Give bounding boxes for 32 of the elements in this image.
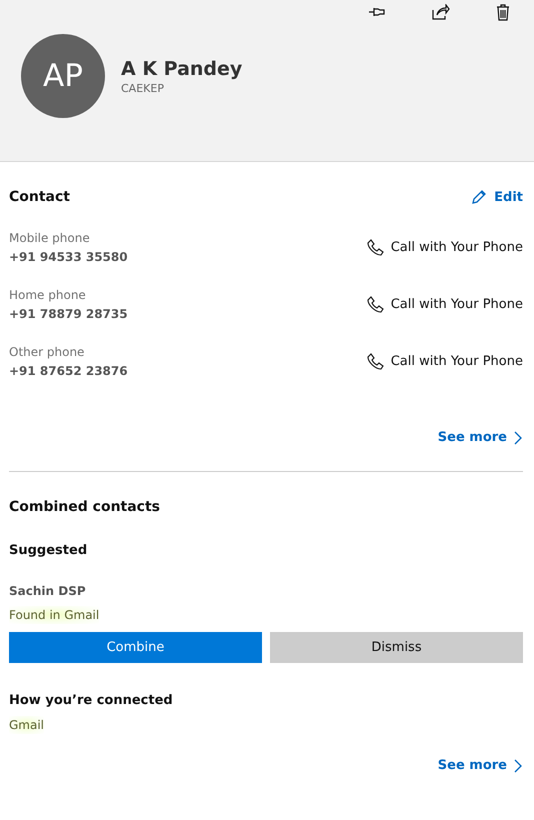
see-more-link[interactable]: See more: [438, 758, 523, 773]
delete-icon[interactable]: [496, 2, 510, 22]
subsection-title: How you’re connected: [9, 693, 173, 708]
section-title: Combined contacts: [9, 499, 160, 515]
avatar: AP: [21, 34, 105, 118]
section-title: Contact: [9, 189, 70, 205]
source-text: Found in Gmail: [9, 606, 100, 624]
see-more-link[interactable]: See more: [438, 430, 523, 445]
phone-icon: [366, 353, 384, 370]
dismiss-button[interactable]: Dismiss: [270, 632, 523, 663]
combine-button[interactable]: Combine: [9, 632, 262, 663]
phone-number: +91 78879 28735: [9, 307, 128, 321]
phone-number: +91 87652 23876: [9, 364, 128, 378]
phone-number: +91 94533 35580: [9, 250, 128, 264]
contact-name: A K Pandey: [121, 58, 242, 80]
source-text: Gmail: [9, 716, 44, 734]
contact-subtitle: CAEKEP: [121, 82, 165, 94]
phone-label: Mobile phone: [9, 231, 91, 245]
chevron-icon: [514, 430, 523, 444]
pencil-icon: [471, 189, 488, 205]
call-link[interactable]: Call with Your Phone: [366, 296, 523, 313]
share-icon[interactable]: [432, 2, 450, 22]
call-link[interactable]: Call with Your Phone: [366, 353, 523, 370]
phone-label: Home phone: [9, 288, 87, 302]
subsection-title: Suggested: [9, 543, 88, 558]
call-link[interactable]: Call with Your Phone: [366, 239, 523, 256]
suggested-contact-name: Sachin DSP: [9, 584, 86, 598]
chevron-icon: [514, 758, 523, 772]
phone-label: Other phone: [9, 345, 86, 359]
phone-icon: [366, 296, 384, 313]
edit-link[interactable]: Edit: [471, 189, 523, 205]
phone-icon: [366, 239, 384, 256]
